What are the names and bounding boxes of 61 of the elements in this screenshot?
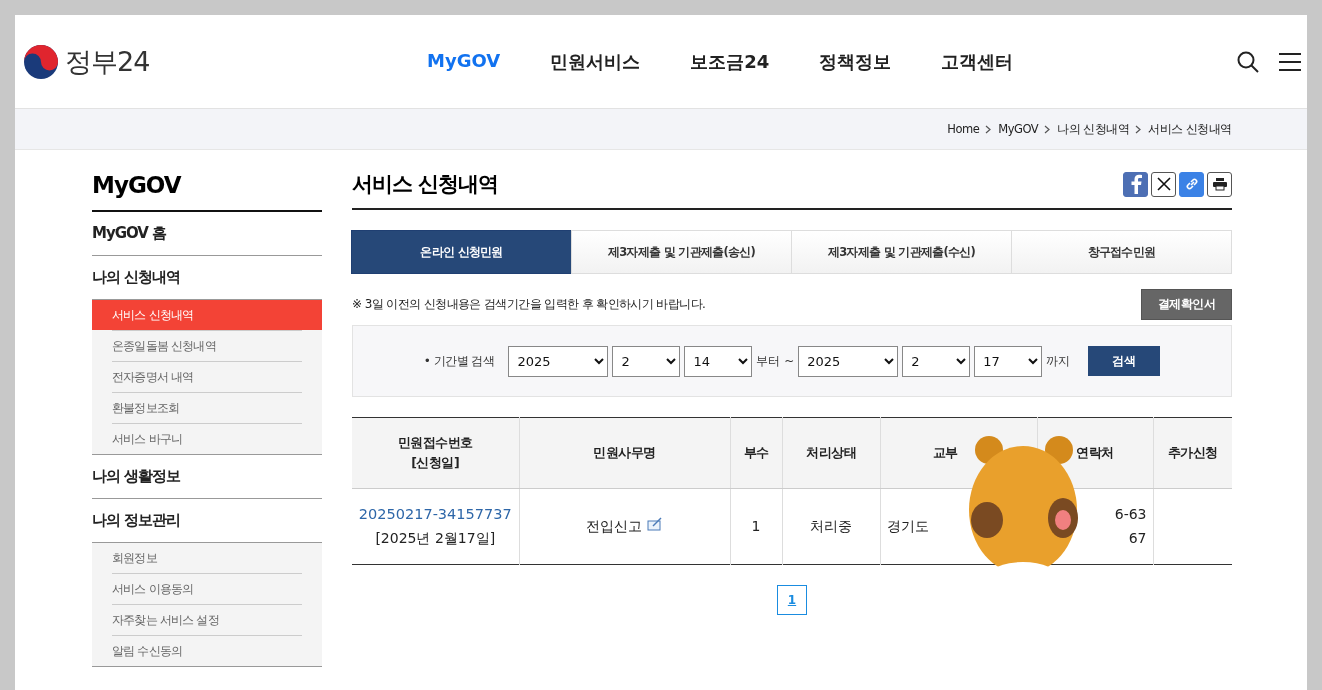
facebook-icon[interactable] xyxy=(1123,171,1148,197)
chevron-icon xyxy=(985,124,993,134)
column-header: 민원사무명 xyxy=(519,417,730,489)
notice-text: ※ 3일 이전의 신청내용은 검색기간을 입력한 후 확인하시기 바랍니다. xyxy=(352,296,706,313)
sidebar-item[interactable]: 서비스 바구니 xyxy=(92,424,322,454)
nav-link[interactable]: 보조금24 xyxy=(690,49,770,74)
receipt-link[interactable]: 20250217-34157737 xyxy=(358,506,512,523)
sidebar-item[interactable]: 온종일돌봄 신청내역 xyxy=(92,331,322,361)
page-title: 서비스 신청내역 xyxy=(352,171,499,198)
table-cell: 1 xyxy=(730,488,782,565)
column-header: 추가신청 xyxy=(1153,417,1232,489)
link-icon[interactable] xyxy=(1179,171,1204,197)
breadcrumb-link[interactable]: 나의 신청내역 xyxy=(1057,121,1130,137)
year-select[interactable]: 2025 xyxy=(798,345,899,377)
print-icon[interactable] xyxy=(1207,171,1232,197)
column-header: 민원접수번호 [신청일] xyxy=(352,417,519,489)
day-select[interactable]: 17 xyxy=(974,345,1043,377)
sidebar-item[interactable]: 전자증명서 내역 xyxy=(92,362,322,392)
sidebar-item[interactable]: 알림 수신동의 xyxy=(92,636,322,666)
column-header: 처리상태 xyxy=(782,417,880,489)
sidebar-item[interactable]: 자주찾는 서비스 설정 xyxy=(92,605,322,635)
chevron-icon xyxy=(1044,124,1052,134)
month-select[interactable]: 2 xyxy=(902,345,971,377)
sidebar-item[interactable]: 환불정보조회 xyxy=(92,393,322,423)
month-select[interactable]: 2 xyxy=(612,345,681,377)
receipt-button[interactable]: 결제확인서 xyxy=(1141,289,1232,320)
nav-link[interactable]: MyGOV xyxy=(427,49,501,74)
table-cell: 전입신고 xyxy=(519,488,730,565)
logo-text: 정부24 xyxy=(65,44,150,79)
x-icon[interactable] xyxy=(1151,171,1176,197)
sidebar-title: MyGOV xyxy=(92,150,322,212)
tab[interactable]: 제3자제출 및 기관제출(송신) xyxy=(571,230,792,274)
year-select[interactable]: 2025 xyxy=(508,345,609,377)
breadcrumb-link[interactable]: 서비스 신청내역 xyxy=(1148,121,1232,137)
table-cell: 20250217-34157737 [2025년 2월17일] xyxy=(352,488,519,565)
column-header: 부수 xyxy=(730,417,782,489)
search-label: • 기간별 검색 xyxy=(423,352,495,370)
search-button[interactable]: 검색 xyxy=(1088,346,1161,376)
logo-icon xyxy=(23,43,59,80)
tab[interactable]: 온라인 신청민원 xyxy=(351,230,572,274)
sidebar-group[interactable]: 나의 생활정보 xyxy=(92,455,322,499)
nav-link[interactable]: 민원서비스 xyxy=(550,49,641,74)
breadcrumb-link[interactable]: MyGOV xyxy=(998,122,1039,136)
sidebar-item[interactable]: 서비스 이용동의 xyxy=(92,574,322,604)
table-cell: 처리중 xyxy=(782,488,880,565)
sidebar-item[interactable]: 서비스 신청내역 xyxy=(92,300,322,330)
tab[interactable]: 창구접수민원 xyxy=(1011,230,1232,274)
day-select[interactable]: 14 xyxy=(684,345,753,377)
search-icon[interactable] xyxy=(1237,50,1259,73)
tab[interactable]: 제3자제출 및 기관제출(수신) xyxy=(791,230,1012,274)
from-label: 부터 ~ xyxy=(756,352,795,370)
edit-icon xyxy=(646,516,663,531)
sidebar-group[interactable]: MyGOV 홈 xyxy=(92,212,322,256)
to-label: 까지 xyxy=(1046,352,1071,370)
sidebar-item[interactable]: 회원정보 xyxy=(92,543,322,573)
page-link[interactable]: 1 xyxy=(777,585,807,615)
nav-link[interactable]: 정책정보 xyxy=(819,49,892,74)
menu-icon[interactable] xyxy=(1279,51,1301,72)
chevron-icon xyxy=(1135,124,1143,134)
nav-link[interactable]: 고객센터 xyxy=(941,49,1014,74)
breadcrumb-link[interactable]: Home xyxy=(947,122,980,136)
